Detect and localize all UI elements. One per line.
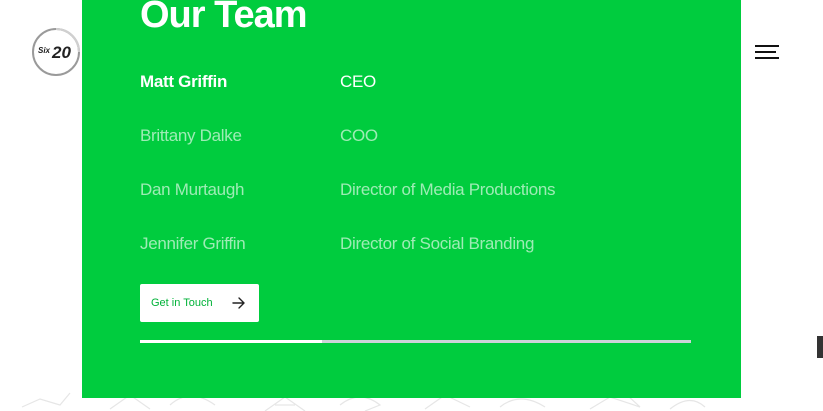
member-name: Brittany Dalke [140, 126, 242, 145]
menu-line [755, 45, 779, 47]
member-role: COO [340, 126, 378, 145]
member-name: Jennifer Griffin [140, 234, 246, 253]
hamburger-menu-icon[interactable] [752, 42, 782, 62]
team-member-row[interactable]: Jennifer Griffin Director of Social Bran… [140, 232, 700, 256]
menu-line [755, 57, 779, 59]
page-scrollbar[interactable] [817, 336, 823, 358]
logo-big-text: 20 [51, 43, 71, 62]
section-title: Our Team [140, 0, 308, 36]
page: Six 20 Our Team Matt Griffin CEO Brittan… [0, 0, 823, 411]
member-role: Director of Social Branding [340, 234, 535, 253]
logo-small-text: Six [38, 46, 51, 55]
slider-progress-fill [140, 340, 322, 343]
arrow-right-icon [232, 297, 245, 309]
slider-progress-bar [140, 340, 691, 343]
member-role: Director of Media Productions [340, 180, 556, 199]
logo-mark: Six 20 [32, 28, 80, 76]
member-name: Dan Murtaugh [140, 180, 245, 199]
team-member-row[interactable]: Dan Murtaugh Director of Media Productio… [140, 178, 700, 202]
team-member-row[interactable]: Brittany Dalke COO [140, 124, 700, 148]
six20-logo[interactable]: Six 20 [31, 27, 81, 77]
our-team-card: Our Team Matt Griffin CEO Brittany Dalke… [82, 0, 741, 398]
team-member-row[interactable]: Matt Griffin CEO [140, 70, 700, 94]
menu-line [755, 51, 776, 53]
member-name: Matt Griffin [140, 72, 228, 91]
get-in-touch-button[interactable]: Get in Touch [140, 284, 259, 322]
get-in-touch-label: Get in Touch [151, 297, 213, 309]
member-role: CEO [340, 72, 376, 91]
